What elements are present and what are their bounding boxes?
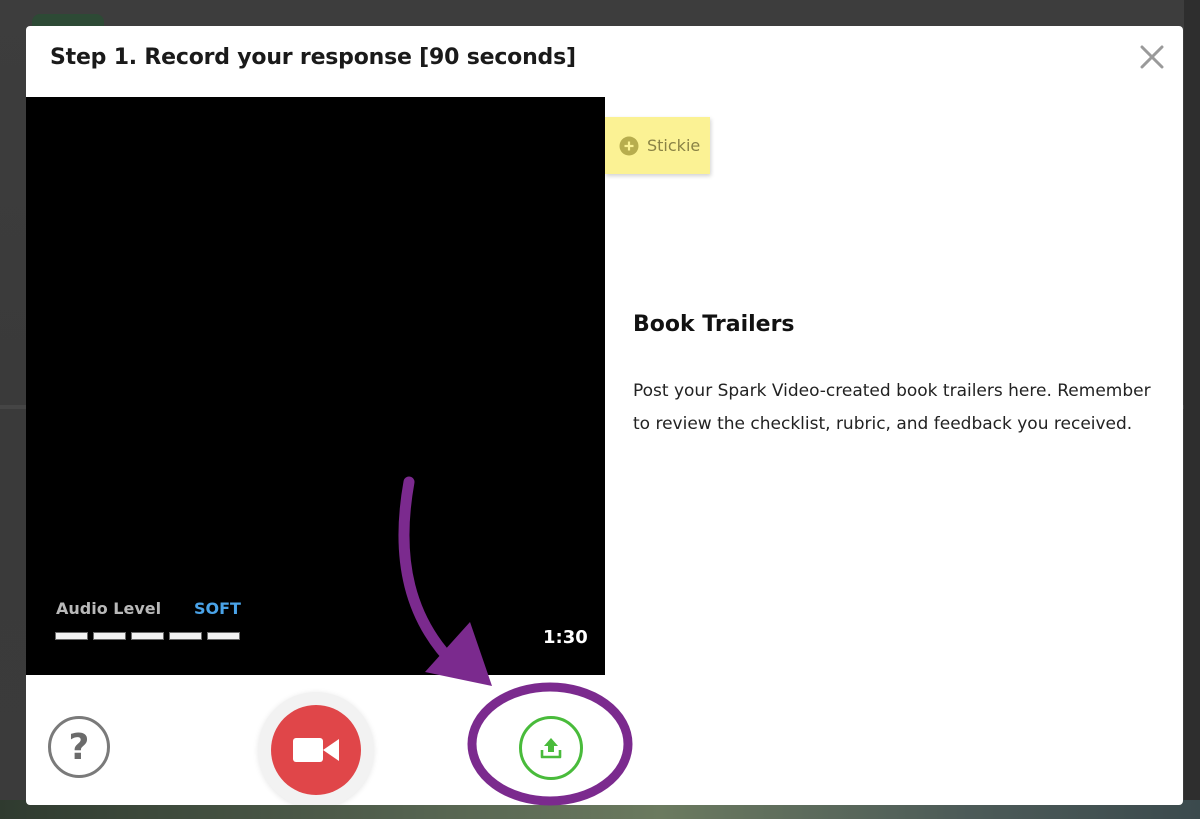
- audio-meter-segment: [131, 632, 164, 640]
- audio-level-meter: [55, 632, 240, 640]
- record-button-circle: [271, 705, 361, 795]
- record-button[interactable]: [258, 692, 374, 805]
- video-camera-icon: [293, 738, 339, 762]
- audio-level-status: SOFT: [194, 599, 241, 618]
- background-edge: [1184, 0, 1200, 819]
- add-stickie-button[interactable]: Stickie: [605, 117, 710, 174]
- audio-meter-segment: [55, 632, 88, 640]
- plus-circle-icon: [619, 136, 639, 155]
- audio-meter-segment: [169, 632, 202, 640]
- upload-icon: [540, 738, 562, 759]
- record-response-modal: Step 1. Record your response [90 seconds…: [26, 26, 1183, 805]
- prompt-title: Book Trailers: [633, 312, 795, 337]
- audio-level-label: Audio Level: [56, 599, 162, 618]
- modal-title: Step 1. Record your response [90 seconds…: [50, 45, 576, 70]
- recording-timer: 1:30: [543, 627, 588, 648]
- help-button[interactable]: ?: [48, 716, 110, 778]
- close-icon[interactable]: [1138, 43, 1166, 71]
- upload-button[interactable]: [519, 716, 583, 780]
- stickie-label: Stickie: [647, 136, 701, 155]
- video-preview: Audio Level SOFT 1:30: [26, 97, 605, 675]
- audio-meter-segment: [93, 632, 126, 640]
- audio-meter-segment: [207, 632, 240, 640]
- prompt-body: Post your Spark Video-created book trail…: [633, 381, 1151, 434]
